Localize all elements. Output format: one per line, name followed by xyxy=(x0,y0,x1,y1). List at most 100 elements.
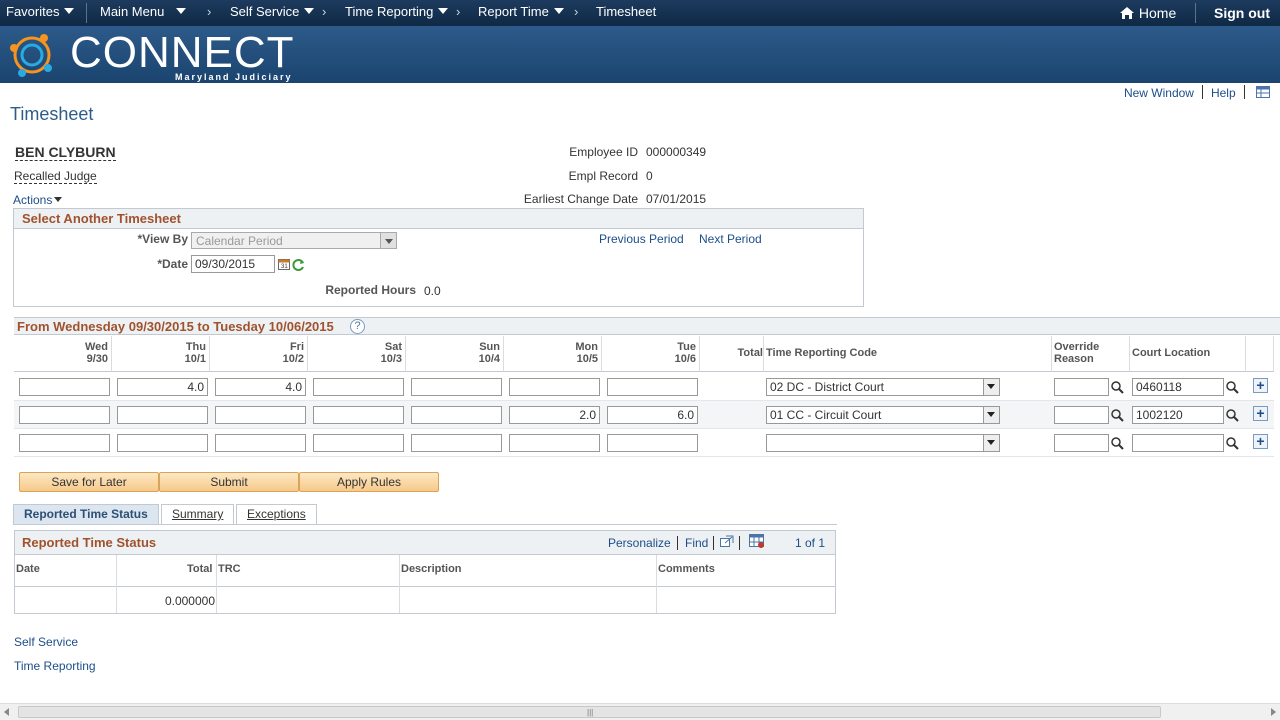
hours-input[interactable] xyxy=(19,378,110,396)
main-menu[interactable]: Main Menu xyxy=(100,4,187,19)
scrollbar-thumb[interactable]: ||| xyxy=(18,706,1161,718)
caret-down-icon xyxy=(64,8,75,14)
hours-input[interactable] xyxy=(117,406,208,424)
date-input[interactable] xyxy=(191,255,275,273)
breadcrumb-time-reporting[interactable]: Time Reporting xyxy=(345,4,449,19)
svg-text:31: 31 xyxy=(281,264,288,270)
column-divider xyxy=(399,555,400,613)
refresh-icon[interactable] xyxy=(292,258,306,272)
search-icon[interactable] xyxy=(1226,409,1239,422)
day-name: Tue xyxy=(677,341,696,353)
hours-input[interactable] xyxy=(117,378,208,396)
breadcrumb-self-service[interactable]: Self Service xyxy=(230,4,315,19)
breadcrumb-chevron-icon: › xyxy=(574,4,579,19)
add-row-icon[interactable]: + xyxy=(1253,406,1268,421)
timesheet-period-title: From Wednesday 09/30/2015 to Tuesday 10/… xyxy=(17,319,334,334)
hours-input[interactable] xyxy=(411,406,502,424)
link-divider xyxy=(739,536,740,550)
day-date: 10/2 xyxy=(282,353,304,365)
sign-out-link[interactable]: Sign out xyxy=(1214,5,1270,21)
hours-input[interactable] xyxy=(215,434,306,452)
tab-reported-time-status[interactable]: Reported Time Status xyxy=(13,504,159,524)
override-header-label: Override xyxy=(1054,341,1100,353)
hours-input[interactable] xyxy=(509,378,600,396)
footer-link-self-service[interactable]: Self Service xyxy=(14,635,78,649)
empl-record-value: 0 xyxy=(646,169,653,183)
actions-menu[interactable]: Actions xyxy=(13,193,63,207)
hours-input[interactable] xyxy=(117,434,208,452)
hours-input[interactable] xyxy=(313,434,404,452)
hours-input[interactable] xyxy=(607,434,698,452)
hours-input[interactable] xyxy=(313,378,404,396)
hours-input[interactable] xyxy=(313,406,404,424)
view-all-icon[interactable] xyxy=(720,535,734,547)
tab-summary[interactable]: Summary xyxy=(161,504,235,524)
tab-exceptions[interactable]: Exceptions xyxy=(236,504,317,524)
hours-input[interactable] xyxy=(411,434,502,452)
reason-header-label: Reason xyxy=(1054,353,1094,365)
find-link[interactable]: Find xyxy=(685,536,708,550)
help-icon[interactable]: ? xyxy=(350,319,365,334)
hours-input[interactable] xyxy=(19,406,110,424)
tab-divider xyxy=(13,524,837,525)
override-reason-input[interactable] xyxy=(1054,378,1109,396)
next-period-link[interactable]: Next Period xyxy=(699,232,762,246)
employee-id-label: Employee ID xyxy=(569,145,638,159)
hours-input[interactable] xyxy=(411,378,502,396)
hours-input[interactable] xyxy=(509,406,600,424)
breadcrumb-report-time[interactable]: Report Time xyxy=(478,4,564,19)
personalize-link[interactable]: Personalize xyxy=(608,536,671,550)
court-location-input[interactable] xyxy=(1132,378,1224,396)
search-icon[interactable] xyxy=(1111,437,1124,450)
override-reason-input[interactable] xyxy=(1054,434,1109,452)
favorites-menu[interactable]: Favorites xyxy=(6,4,75,19)
pager-text: 1 of 1 xyxy=(795,536,826,550)
hours-input[interactable] xyxy=(607,406,698,424)
court-location-input[interactable] xyxy=(1132,434,1224,452)
hours-input[interactable] xyxy=(215,378,306,396)
add-row-icon[interactable]: + xyxy=(1253,378,1268,393)
page-grid-icon[interactable] xyxy=(1256,86,1270,98)
hours-input[interactable] xyxy=(509,434,600,452)
col-header-day: Wed 9/30 xyxy=(14,336,112,372)
submit-button[interactable]: Submit xyxy=(159,472,299,492)
apply-rules-button[interactable]: Apply Rules xyxy=(299,472,439,492)
horizontal-scrollbar[interactable]: ||| xyxy=(0,703,1280,720)
search-icon[interactable] xyxy=(1111,381,1124,394)
search-icon[interactable] xyxy=(1111,409,1124,422)
footer-link-time-reporting[interactable]: Time Reporting xyxy=(14,659,96,673)
download-grid-icon[interactable] xyxy=(749,534,765,548)
calendar-icon[interactable]: 31 xyxy=(278,258,290,270)
trc-select[interactable]: 01 CC - Circuit Court xyxy=(766,406,1000,424)
breadcrumb-chevron-icon: › xyxy=(322,4,327,19)
override-reason-input[interactable] xyxy=(1054,406,1109,424)
help-link[interactable]: Help xyxy=(1211,86,1236,100)
hours-input[interactable] xyxy=(215,406,306,424)
hours-input[interactable] xyxy=(607,378,698,396)
breadcrumb-timesheet: Timesheet xyxy=(596,4,657,19)
previous-period-link[interactable]: Previous Period xyxy=(599,232,684,246)
earliest-change-value: 07/01/2015 xyxy=(646,192,707,206)
main-menu-label: Main Menu xyxy=(100,4,165,19)
day-date: 10/3 xyxy=(380,353,402,365)
scroll-left-icon[interactable] xyxy=(4,708,9,716)
scroll-right-icon[interactable] xyxy=(1271,708,1276,716)
court-location-input[interactable] xyxy=(1132,406,1224,424)
col-header-trc: TRC xyxy=(218,563,241,575)
add-row-icon[interactable]: + xyxy=(1253,434,1268,449)
home-link[interactable]: Home xyxy=(1119,5,1176,21)
save-for-later-button[interactable]: Save for Later xyxy=(19,472,159,492)
new-window-link[interactable]: New Window xyxy=(1124,86,1194,100)
trc-select[interactable]: 02 DC - District Court xyxy=(766,378,1000,396)
employee-name: BEN CLYBURN xyxy=(15,144,116,161)
search-icon[interactable] xyxy=(1226,437,1239,450)
col-header-total: Total xyxy=(187,563,213,575)
view-by-select[interactable]: Calendar Period xyxy=(191,232,397,249)
col-header-total: Total xyxy=(700,336,764,372)
search-icon[interactable] xyxy=(1226,381,1239,394)
trc-value: 01 CC - Circuit Court xyxy=(770,408,882,422)
hours-input[interactable] xyxy=(19,434,110,452)
trc-select[interactable] xyxy=(766,434,1000,452)
trc-value: 02 DC - District Court xyxy=(770,380,885,394)
breadcrumb-label: Time Reporting xyxy=(345,4,434,19)
